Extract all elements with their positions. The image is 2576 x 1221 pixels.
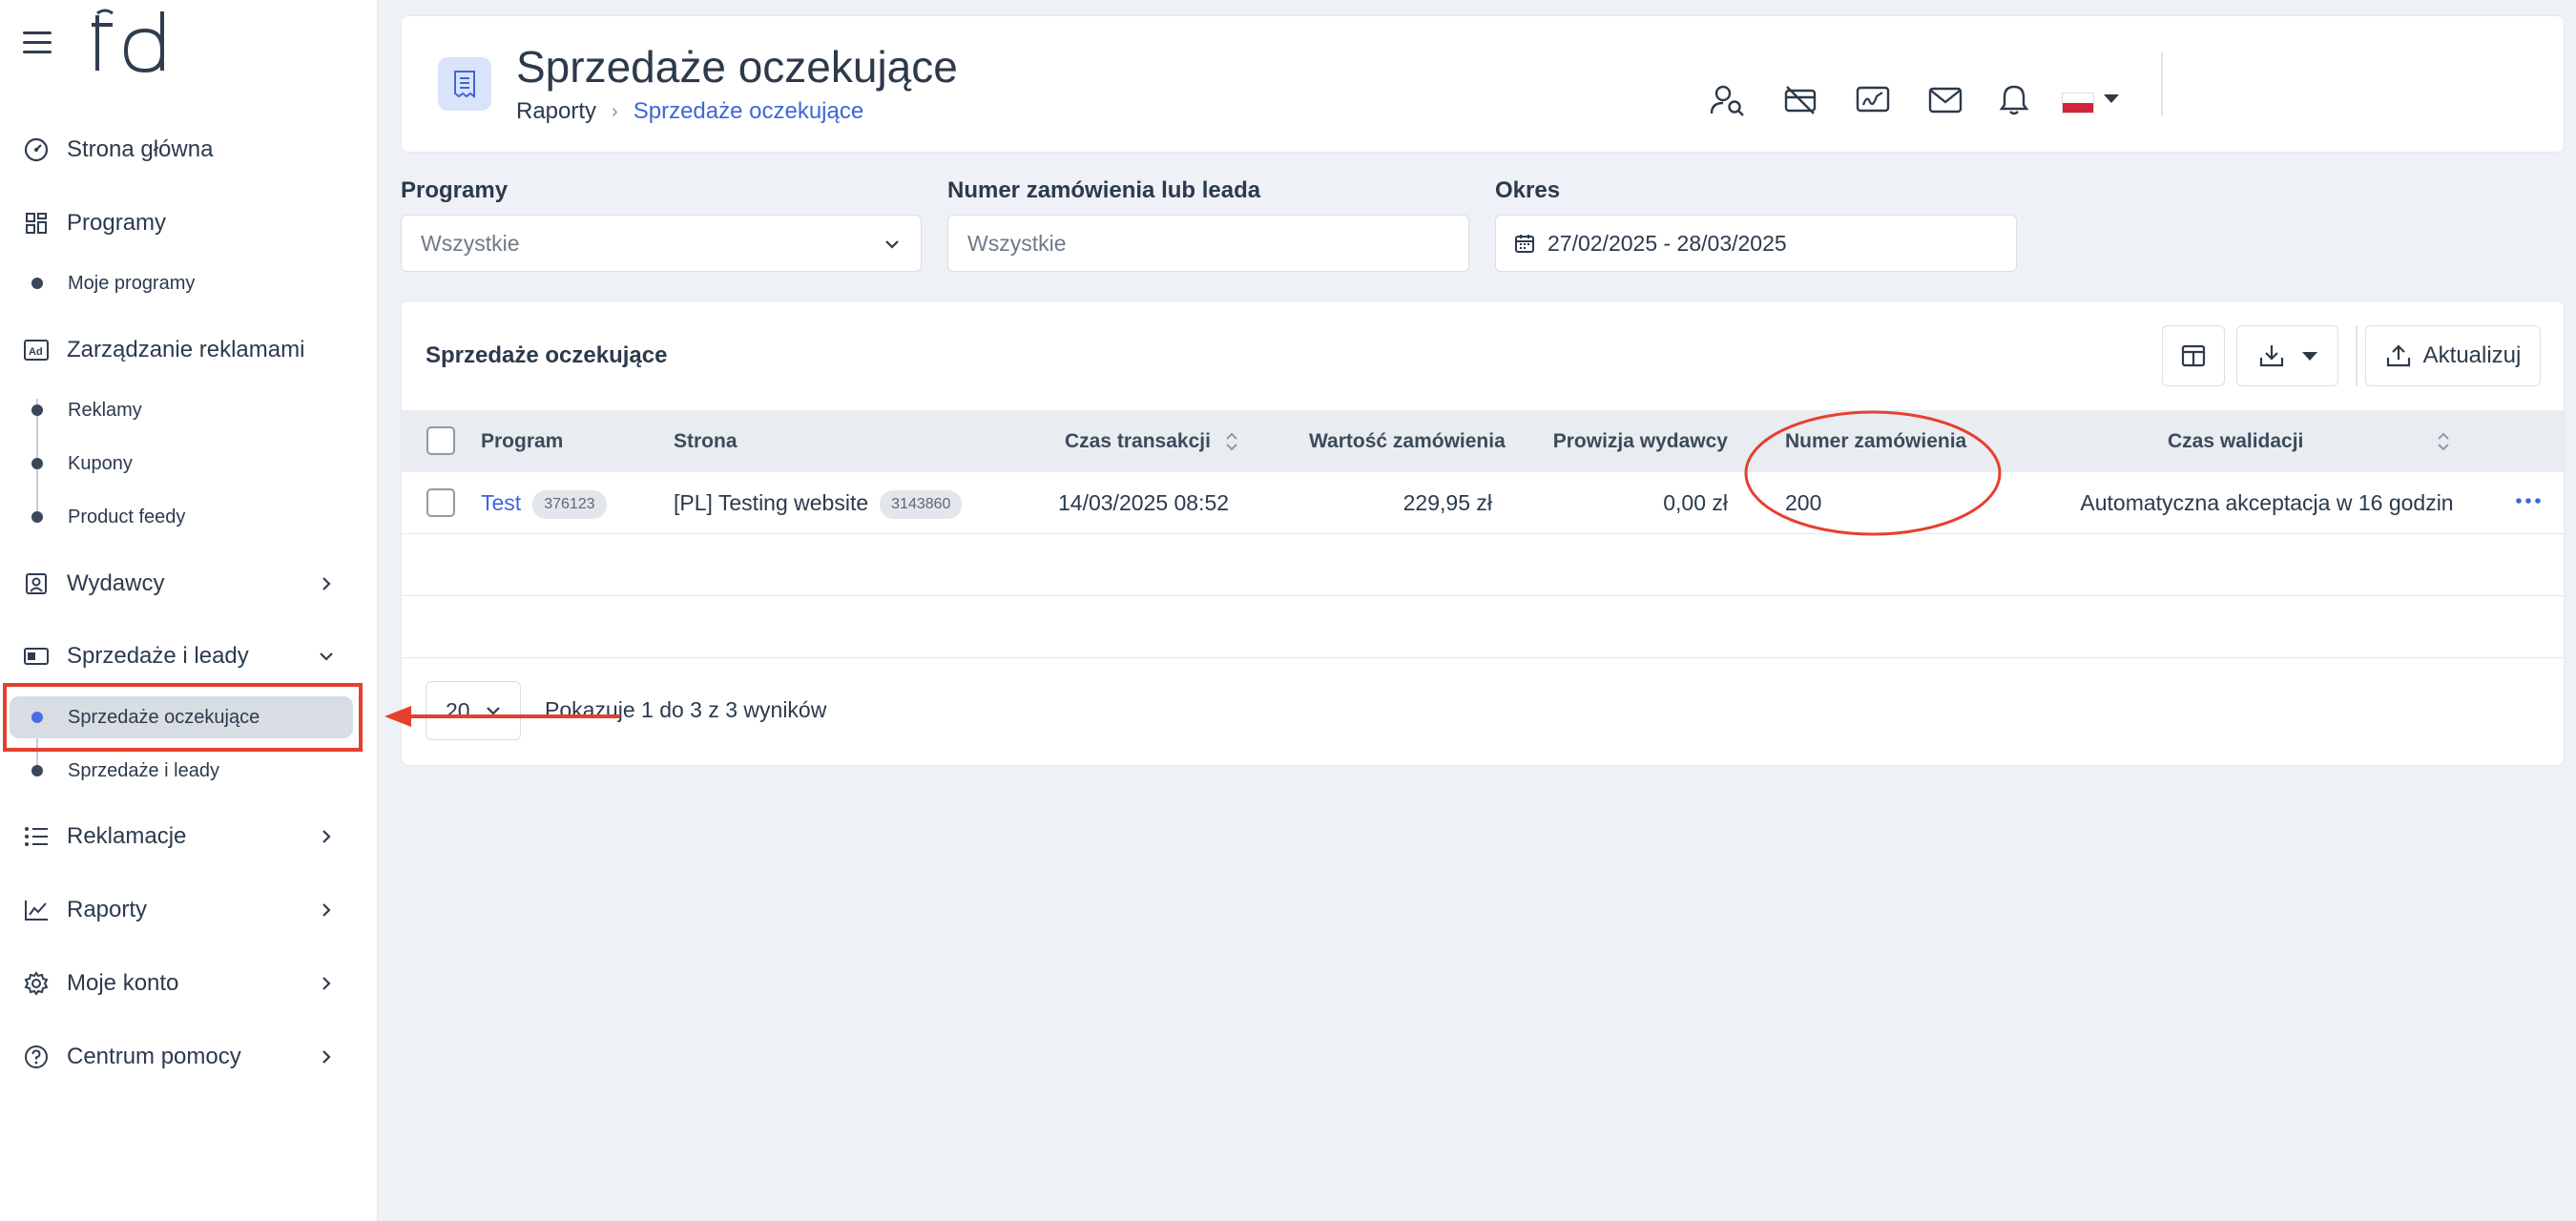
annotation-ellipse (1744, 410, 2002, 536)
annotation-overlay (384, 410, 2002, 727)
annotation-arrow-head (384, 706, 411, 727)
